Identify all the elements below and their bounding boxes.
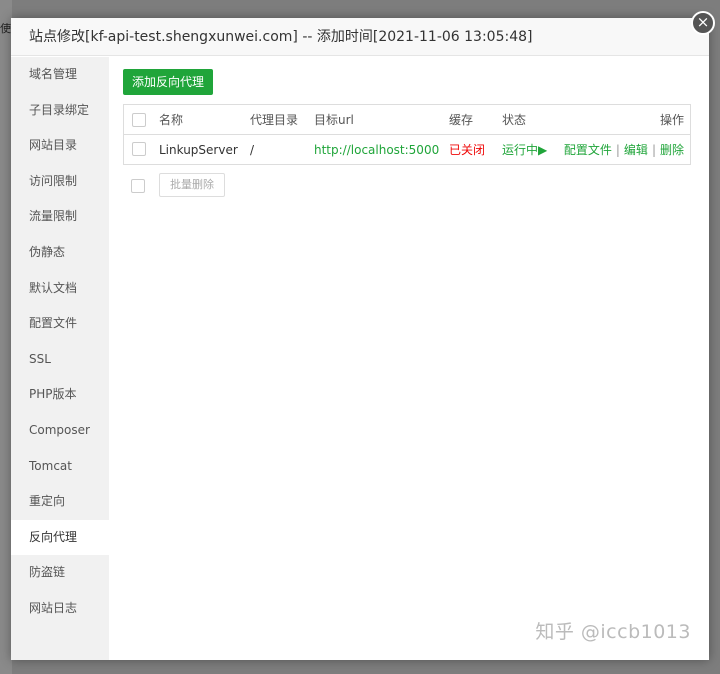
config-file-link[interactable]: 配置文件	[564, 143, 612, 157]
row-cache-status[interactable]: 已关闭	[449, 141, 485, 158]
header-name: 名称	[159, 113, 184, 127]
batch-delete-button[interactable]: 批量删除	[159, 173, 225, 197]
batch-bar: 批量删除	[123, 173, 695, 199]
sidebar-item-site-dir[interactable]: 网站目录	[11, 128, 109, 164]
sidebar-item-default-doc[interactable]: 默认文档	[11, 271, 109, 307]
close-icon: ×	[696, 13, 710, 31]
sidebar-item-access-limit[interactable]: 访问限制	[11, 164, 109, 200]
sidebar-item-composer[interactable]: Composer	[11, 413, 109, 449]
proxy-table: 名称 代理目录 目标url 缓存 状态 操作 LinkupServer / ht…	[123, 104, 691, 165]
add-reverse-proxy-button[interactable]: 添加反向代理	[123, 69, 214, 95]
sidebar-item-traffic-limit[interactable]: 流量限制	[11, 199, 109, 235]
table-row: LinkupServer / http://localhost:5000 已关闭…	[124, 135, 690, 164]
dialog-title: 站点修改[kf-api-test.shengxunwei.com] -- 添加时…	[11, 18, 709, 56]
row-checkbox[interactable]	[132, 142, 146, 156]
header-target-url: 目标url	[314, 113, 354, 127]
select-all-checkbox[interactable]	[132, 113, 146, 127]
sidebar-item-hotlink[interactable]: 防盗链	[11, 555, 109, 591]
table-header-row: 名称 代理目录 目标url 缓存 状态 操作	[124, 105, 690, 135]
header-proxy-dir: 代理目录	[250, 113, 299, 127]
sidebar-item-domain[interactable]: 域名管理	[11, 57, 109, 93]
main-panel: 添加反向代理 名称 代理目录 目标url 缓存 状态 操作 LinkupServ…	[109, 57, 709, 660]
row-actions: 配置文件 | 编辑 | 删除	[564, 141, 684, 158]
sidebar-item-site-log[interactable]: 网站日志	[11, 591, 109, 627]
sidebar-item-php-version[interactable]: PHP版本	[11, 377, 109, 413]
header-cache: 缓存	[449, 113, 474, 127]
row-run-status[interactable]: 运行中▶	[502, 141, 547, 158]
background-text: 使	[0, 22, 11, 35]
sidebar-item-reverse-proxy[interactable]: 反向代理	[11, 519, 109, 556]
row-name: LinkupServer	[159, 142, 238, 157]
header-actions: 操作	[659, 113, 684, 127]
header-status: 状态	[502, 113, 527, 127]
sidebar-item-tomcat[interactable]: Tomcat	[11, 449, 109, 485]
sidebar-item-rewrite[interactable]: 伪静态	[11, 235, 109, 271]
sidebar-item-redirect[interactable]: 重定向	[11, 484, 109, 520]
row-target-url: http://localhost:5000	[314, 142, 440, 157]
edit-link[interactable]: 编辑	[624, 143, 648, 157]
sidebar-item-config-file[interactable]: 配置文件	[11, 306, 109, 342]
action-separator: |	[651, 143, 656, 157]
sidebar-item-ssl[interactable]: SSL	[11, 342, 109, 378]
batch-select-checkbox[interactable]	[131, 179, 145, 193]
site-edit-dialog: 站点修改[kf-api-test.shengxunwei.com] -- 添加时…	[11, 11, 715, 660]
sidebar: 域名管理 子目录绑定 网站目录 访问限制 流量限制 伪静态 默认文档 配置文件 …	[11, 57, 109, 660]
delete-link[interactable]: 删除	[660, 143, 684, 157]
sidebar-item-subdir[interactable]: 子目录绑定	[11, 93, 109, 129]
close-button[interactable]: ×	[691, 11, 715, 35]
watermark: 知乎 @iccb1013	[535, 621, 691, 643]
row-proxy-dir: /	[250, 142, 255, 157]
action-separator: |	[615, 143, 620, 157]
